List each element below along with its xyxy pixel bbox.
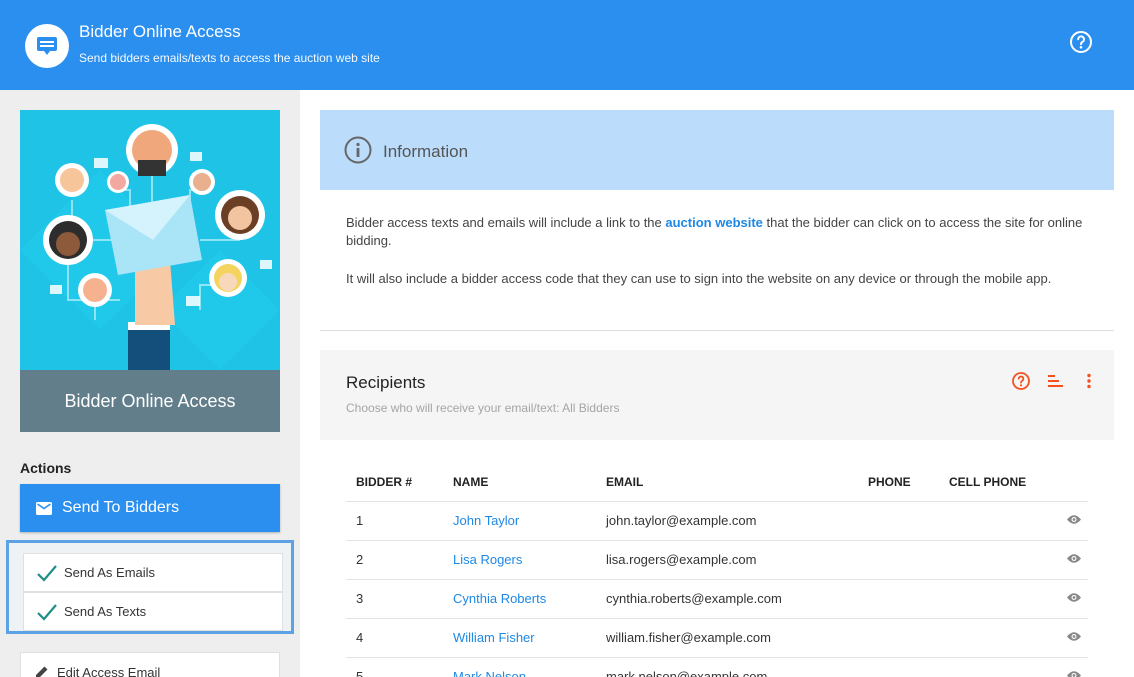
column-header[interactable]: CELL PHONE: [939, 463, 1049, 501]
sidebar: Bidder Online Access Actions Send To Bid…: [0, 90, 300, 677]
bidder-number: 1: [346, 500, 443, 540]
column-header-actions: [1049, 463, 1088, 501]
bidder-phone: [858, 500, 939, 540]
table-row[interactable]: 3 Cynthia Roberts cynthia.roberts@exampl…: [346, 578, 1088, 618]
edit-email-label: Edit Access Email: [57, 664, 161, 677]
bidder-number: 2: [346, 539, 443, 579]
bidder-phone: [858, 617, 939, 657]
bidder-name-link[interactable]: William Fisher: [443, 617, 596, 657]
card-icon: [25, 24, 69, 68]
main-content: Information Bidder access texts and emai…: [300, 90, 1134, 677]
table-header-row: BIDDER # NAME EMAIL PHONE CELL PHONE: [346, 463, 1088, 501]
sort-icon[interactable]: [1044, 370, 1066, 392]
bidder-email: lisa.rogers@example.com: [596, 539, 858, 579]
send-as-emails-option[interactable]: Send As Emails: [23, 553, 283, 592]
hero-caption: Bidder Online Access: [20, 370, 280, 432]
bidder-cell-phone: [939, 617, 1049, 657]
send-as-texts-option[interactable]: Send As Texts: [23, 592, 283, 631]
mail-icon: [36, 501, 52, 515]
bidder-name-link[interactable]: Cynthia Roberts: [443, 578, 596, 618]
info-paragraph-2: It will also include a bidder access cod…: [346, 271, 1052, 286]
app-header: Bidder Online Access Send bidders emails…: [0, 0, 1134, 90]
eye-icon[interactable]: [1049, 539, 1088, 579]
column-header[interactable]: BIDDER #: [346, 463, 443, 501]
bidder-phone: [858, 656, 939, 677]
hero-illustration: [20, 110, 280, 370]
hero-card: Bidder Online Access: [20, 110, 280, 432]
bidder-phone: [858, 578, 939, 618]
eye-icon[interactable]: [1049, 500, 1088, 540]
table-row[interactable]: 1 John Taylor john.taylor@example.com: [346, 500, 1088, 540]
recipients-header: Recipients Choose who will receive your …: [320, 350, 1114, 440]
page-subtitle: Send bidders emails/texts to access the …: [79, 51, 380, 65]
information-title: Information: [383, 142, 469, 161]
bidder-cell-phone: [939, 500, 1049, 540]
auction-website-link[interactable]: auction website: [665, 215, 763, 230]
send-options-group: Send As Emails Send As Texts: [6, 540, 294, 634]
info-icon: [344, 136, 372, 164]
help-circle-icon[interactable]: [1069, 30, 1093, 54]
bidder-email: cynthia.roberts@example.com: [596, 578, 858, 618]
information-header: Information: [320, 110, 1114, 190]
bidder-number: 3: [346, 578, 443, 618]
check-icon: [37, 603, 57, 621]
bidder-number: 5: [346, 656, 443, 677]
send-to-bidders-button[interactable]: Send To Bidders: [20, 484, 280, 532]
bidder-phone: [858, 539, 939, 579]
information-card: Information Bidder access texts and emai…: [320, 110, 1114, 331]
eye-icon[interactable]: [1049, 656, 1088, 677]
bidder-cell-phone: [939, 656, 1049, 677]
edit-access-email-button[interactable]: Edit Access Email: [20, 652, 280, 677]
recipients-card: Recipients Choose who will receive your …: [320, 350, 1114, 677]
check-icon: [37, 564, 57, 582]
bidder-email: john.taylor@example.com: [596, 500, 858, 540]
table-row[interactable]: 2 Lisa Rogers lisa.rogers@example.com: [346, 539, 1088, 579]
bidder-name-link[interactable]: Lisa Rogers: [443, 539, 596, 579]
page-title: Bidder Online Access: [79, 22, 241, 41]
eye-icon[interactable]: [1049, 617, 1088, 657]
column-header[interactable]: PHONE: [858, 463, 939, 501]
actions-heading: Actions: [20, 460, 72, 476]
information-body: Bidder access texts and emails will incl…: [346, 214, 1086, 308]
recipients-table: BIDDER # NAME EMAIL PHONE CELL PHONE 1 J…: [346, 463, 1088, 677]
bidder-email: mark.nelson@example.com: [596, 656, 858, 677]
help-circle-icon[interactable]: [1010, 370, 1032, 392]
info-text: Bidder access texts and emails will incl…: [346, 215, 666, 230]
column-header[interactable]: NAME: [443, 463, 596, 501]
bidder-cell-phone: [939, 578, 1049, 618]
bidder-email: william.fisher@example.com: [596, 617, 858, 657]
option-label: Send As Texts: [64, 604, 147, 619]
table-row[interactable]: 4 William Fisher william.fisher@example.…: [346, 617, 1088, 657]
info-paragraph-1: Bidder access texts and emails will incl…: [346, 214, 1086, 250]
eye-icon[interactable]: [1049, 578, 1088, 618]
pencil-icon: [36, 666, 48, 677]
send-button-label: Send To Bidders: [62, 499, 180, 516]
option-label: Send As Emails: [64, 565, 156, 580]
more-vert-icon[interactable]: [1078, 370, 1100, 392]
bidder-cell-phone: [939, 539, 1049, 579]
recipients-subtitle: Choose who will receive your email/text:…: [346, 401, 620, 415]
bidder-number: 4: [346, 617, 443, 657]
bidder-name-link[interactable]: John Taylor: [443, 500, 596, 540]
table-row[interactable]: 5 Mark Nelson mark.nelson@example.com: [346, 656, 1088, 677]
recipients-title: Recipients: [346, 373, 426, 392]
bidder-name-link[interactable]: Mark Nelson: [443, 656, 596, 677]
column-header[interactable]: EMAIL: [596, 463, 858, 501]
